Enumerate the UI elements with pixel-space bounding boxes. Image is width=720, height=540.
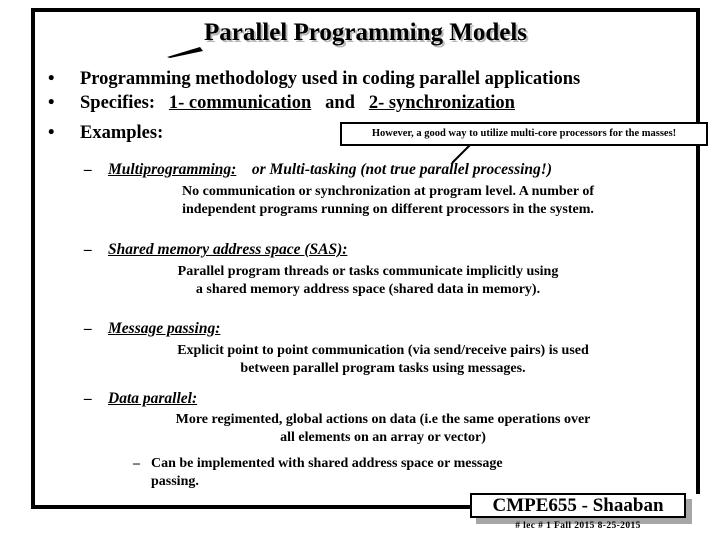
bullet-programming-methodology: • Programming methodology used in coding… [48,68,580,90]
dash-marker: – [84,161,92,178]
specifies-item-communication: 1- communication [168,93,312,113]
bullet-examples: • Examples: [48,122,163,144]
page-title: Parallel Programming Models [203,19,528,46]
body-line: all elements on an array or vector) [280,430,486,445]
specifies-label: Specifies: [80,93,156,113]
course-name-box: CMPE655 - Shaaban [470,493,686,518]
body-line: independent programs running on differen… [182,202,594,217]
bullet-marker: • [48,93,55,113]
section-body-message-passing: Explicit point to point communication (v… [88,342,678,378]
section-body-multiprogramming: No communication or synchronization at p… [88,183,688,219]
subitem-line-1: Can be implemented with shared address s… [151,456,503,471]
specifies-item-synchronization: 2- synchronization [368,93,515,113]
section-heading-content: Multiprogramming: or Multi-tasking (not … [108,160,552,179]
section-heading-content: Shared memory address space (SAS): [108,240,347,259]
subitem-data-parallel: – Can be implemented with shared address… [133,455,503,473]
section-heading-content: Data parallel: [108,389,197,408]
dash-marker: – [84,320,92,337]
section-title: Data parallel: [108,390,198,407]
body-line: More regimented, global actions on data … [175,412,591,427]
section-title: Message passing: [108,320,221,337]
subitem-data-parallel-cont: passing. [151,473,199,491]
dash-marker: – [84,241,92,258]
bullet-specifies-content: Specifies: 1- communication and 2- synch… [80,92,515,114]
slide-canvas: Parallel Programming Models • Programmin… [0,0,720,540]
section-heading-message-passing: – Message passing: [84,319,220,338]
bullet-marker: • [48,123,55,143]
section-title-tail: or Multi-tasking (not true parallel proc… [251,161,552,178]
body-line: Parallel program threads or tasks commun… [177,264,559,279]
subitem-line-2: passing. [151,474,199,489]
section-title: Multiprogramming: [108,161,237,178]
section-heading-multiprogramming: – Multiprogramming: or Multi-tasking (no… [84,160,552,179]
bullet-text: Examples: [80,123,164,143]
title-underline-mark [167,47,203,58]
section-body-data-parallel: More regimented, global actions on data … [88,411,678,447]
dash-marker: – [84,390,92,407]
dash-marker: – [133,456,140,471]
callout-box: However, a good way to utilize multi-cor… [340,122,708,146]
body-line: No communication or synchronization at p… [182,184,594,199]
section-title: Shared memory address space (SAS): [108,241,348,258]
specifies-conjunction: and [325,93,355,113]
section-heading-data-parallel: – Data parallel: [84,389,197,408]
section-heading-content: Message passing: [108,319,220,338]
body-line: Explicit point to point communication (v… [177,343,589,358]
bullet-text: Programming methodology used in coding p… [80,69,581,89]
bullet-marker: • [48,69,55,89]
body-line: between parallel program tasks using mes… [240,361,526,376]
section-body-sas: Parallel program threads or tasks commun… [88,263,648,299]
footer-meta-text: # lec # 1 Fall 2015 8-25-2015 [515,521,641,531]
body-line: a shared memory address space (shared da… [195,282,541,297]
section-heading-sas: – Shared memory address space (SAS): [84,240,347,259]
bullet-specifies: • Specifies: 1- communication and 2- syn… [48,92,515,114]
